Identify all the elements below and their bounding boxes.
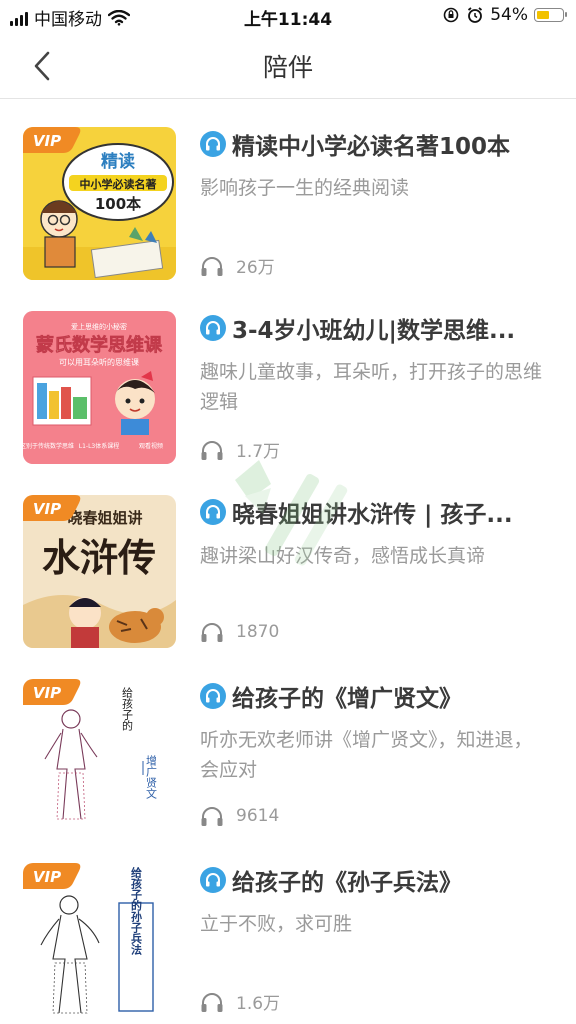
album-cover: 精读 中小学必读名著 100本 VIP bbox=[23, 127, 176, 280]
album-cover: 爱上思维的小秘密 蒙氏数学思维课 可以用耳朵听的思维课 区别于传统数学思维 L1… bbox=[23, 311, 176, 464]
list-item[interactable]: 精读 中小学必读名著 100本 VIP 精读中小学必读名著100本 影响孩子一生… bbox=[0, 99, 576, 283]
battery-icon bbox=[534, 8, 567, 22]
vip-badge: VIP bbox=[23, 495, 81, 521]
vip-badge: VIP bbox=[23, 127, 81, 153]
album-title: 给孩子的《孙子兵法》 bbox=[232, 870, 462, 896]
nav-bar: 陪伴 bbox=[0, 32, 576, 99]
cover-text-line1: 精读 bbox=[101, 151, 135, 172]
album-subtitle: 影响孩子一生的经典阅读 bbox=[200, 177, 410, 199]
vip-badge: VIP bbox=[23, 863, 81, 889]
cover-text-line4: 区别于传统数学思维 bbox=[23, 442, 74, 450]
alarm-icon bbox=[468, 7, 483, 23]
play-count-value: 1870 bbox=[236, 622, 280, 642]
svg-text:VIP: VIP bbox=[33, 868, 61, 886]
headphones-icon bbox=[201, 807, 223, 826]
list-item[interactable]: 爱上思维的小秘密 蒙氏数学思维课 可以用耳朵听的思维课 区别于传统数学思维 L1… bbox=[0, 283, 576, 467]
cover-text-line2: 增广贤文 bbox=[145, 754, 158, 799]
status-right: 54% bbox=[442, 5, 567, 25]
cover-text-line2: 中小学必读名著 bbox=[80, 177, 157, 191]
cover-text-line6: 观看视频 bbox=[139, 442, 163, 450]
album-subtitle: 立于不败，求可胜 bbox=[200, 913, 353, 935]
play-count: 9614 bbox=[200, 805, 279, 827]
cover-text-line2: 水浒传 bbox=[42, 535, 156, 580]
headphones-icon bbox=[201, 992, 223, 1012]
cover-text-line1: 爱上思维的小秘密 bbox=[71, 322, 127, 331]
cover-text-line5: L1-L3体系课程 bbox=[79, 442, 120, 450]
title-row: 给孩子的《增广贤文》 bbox=[200, 679, 550, 713]
page-title: 陪伴 bbox=[262, 53, 313, 82]
headphone-badge-icon bbox=[200, 499, 226, 525]
list-item[interactable]: 给孩子的孙子兵法 VIP 给孩子的《孙子兵法》 立于不败，求可胜 1.6万 bbox=[0, 835, 576, 1019]
play-count-value: 26万 bbox=[236, 258, 275, 278]
album-subtitle: 趣讲梁山好汉传奇，感悟成长真谛 bbox=[200, 545, 486, 567]
cover-text-line2: 蒙氏数学思维课 bbox=[36, 334, 163, 356]
headphone-badge-icon bbox=[200, 867, 226, 893]
headphones-icon bbox=[201, 440, 223, 460]
title-row: 3-4岁小班幼儿|数学思维... bbox=[200, 311, 550, 345]
cover-text-line1: 给孩子的 bbox=[121, 687, 134, 732]
play-count-value: 1.6万 bbox=[236, 994, 281, 1014]
orientation-lock-icon bbox=[443, 7, 459, 23]
title-row: 给孩子的《孙子兵法》 bbox=[200, 863, 550, 897]
svg-text:VIP: VIP bbox=[33, 500, 61, 518]
album-cover: 给孩子的 增广贤文 VIP bbox=[23, 679, 176, 832]
play-count: 26万 bbox=[200, 253, 275, 278]
headphone-badge-icon bbox=[200, 683, 226, 709]
album-cover: 晓春姐姐讲 水浒传 VIP bbox=[23, 495, 176, 648]
battery-percent: 54% bbox=[490, 5, 528, 25]
album-title: 精读中小学必读名著100本 bbox=[232, 134, 511, 160]
headphones-icon bbox=[201, 256, 223, 276]
album-title: 给孩子的《增广贤文》 bbox=[232, 686, 462, 712]
vip-badge: VIP bbox=[23, 679, 81, 705]
list-item[interactable]: 晓春姐姐讲 水浒传 VIP 晓春姐姐讲水浒传 | 孩子... 趣讲梁山好汉传奇，… bbox=[0, 467, 576, 651]
cover-text-line3: 100本 bbox=[95, 195, 141, 213]
cover-text-line1: 给孩子的孙子兵法 bbox=[130, 866, 143, 956]
headphone-badge-icon bbox=[200, 315, 226, 341]
play-count: 1870 bbox=[200, 621, 279, 643]
album-subtitle: 听亦无欢老师讲《增广贤文》，知进退，会应对 bbox=[200, 729, 533, 781]
status-bar: 中国移动 上午11:44 54% bbox=[0, 0, 576, 32]
cover-text-line3: 可以用耳朵听的思维课 bbox=[59, 357, 139, 367]
album-cover: 给孩子的孙子兵法 VIP bbox=[23, 863, 176, 1016]
list-item[interactable]: 给孩子的 增广贤文 VIP 给孩子的《增广贤文》 听亦无欢老师讲《增广贤文》，知… bbox=[0, 651, 576, 835]
svg-text:VIP: VIP bbox=[33, 132, 61, 150]
headphones-icon bbox=[201, 623, 223, 642]
title-row: 精读中小学必读名著100本 bbox=[200, 127, 550, 161]
album-title: 晓春姐姐讲水浒传 | 孩子... bbox=[232, 502, 513, 528]
play-count-value: 1.7万 bbox=[236, 442, 281, 462]
album-title: 3-4岁小班幼儿|数学思维... bbox=[232, 318, 516, 344]
headphone-badge-icon bbox=[200, 131, 226, 157]
play-count: 1.7万 bbox=[200, 437, 280, 462]
play-count-value: 9614 bbox=[236, 806, 280, 826]
play-count: 1.6万 bbox=[200, 989, 280, 1014]
title-row: 晓春姐姐讲水浒传 | 孩子... bbox=[200, 495, 550, 529]
album-subtitle: 趣味儿童故事，耳朵听，打开孩子的思维逻辑 bbox=[200, 361, 543, 413]
svg-text:VIP: VIP bbox=[33, 684, 61, 702]
